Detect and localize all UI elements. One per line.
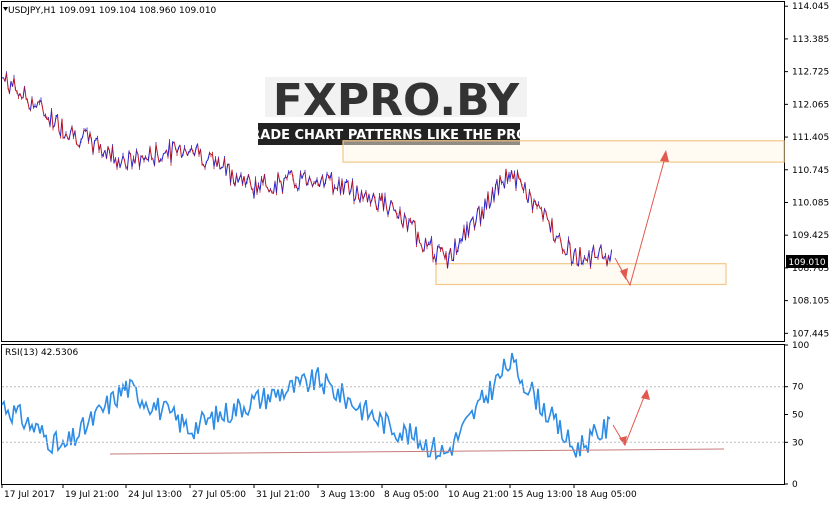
rsi-pane-frame [2,345,785,485]
rsi-pane-title: RSI(13) 42.5306 [5,348,78,358]
price-tick-label: 111.405 [792,133,829,143]
rsi-tick-label: 0 [792,480,798,490]
fxpro-watermark: FXPRO.BY TRADE CHART PATTERNS LIKE THE P… [241,75,536,145]
time-tick-label: 18 Aug 05:00 [576,490,637,500]
price-tick-label: 112.725 [792,68,829,78]
price-tick-label: 109.425 [792,231,829,241]
rsi-tick-label: 100 [792,341,809,351]
time-tick-label: 19 Jul 21:00 [65,490,119,500]
price-tick-label: 108.105 [792,297,829,307]
chart-window: FXPRO.BY TRADE CHART PATTERNS LIKE THE P… [0,0,830,504]
price-tick-label: 110.745 [792,166,829,176]
time-axis: 17 Jul 2017 19 Jul 21:00 24 Jul 13:00 27 Ju… [2,484,637,500]
time-tick-label: 17 Jul 2017 [4,490,55,500]
rsi-tick-label: 30 [792,438,804,448]
time-tick-label: 10 Aug 21:00 [448,490,509,500]
chart-svg: FXPRO.BY TRADE CHART PATTERNS LIKE THE P… [0,0,830,504]
price-tick-label: 113.385 [792,35,829,45]
price-pane-frame [2,2,785,342]
time-tick-label: 15 Aug 13:00 [512,490,573,500]
price-segment [222,167,224,168]
time-tick-label: 3 Aug 13:00 [320,490,375,500]
price-tick-label: 108.765 [792,264,829,274]
price-tick-label: 110.085 [792,198,829,208]
support-zone [436,264,726,285]
price-pane-title: USDJPY,H1 109.091 109.104 108.960 109.01… [8,6,217,16]
time-tick-label: 31 Jul 21:00 [256,490,310,500]
time-tick-label: 8 Aug 05:00 [384,490,439,500]
rsi-tick-label: 50 [792,411,804,421]
price-tick-label: 107.445 [792,329,829,339]
price-tick-label: 112.065 [792,100,829,110]
watermark-brand: FXPRO.BY [273,75,520,126]
time-tick-label: 24 Jul 13:00 [128,490,182,500]
rsi-tick-label: 70 [792,383,804,393]
time-tick-label: 27 Jul 05:00 [192,490,246,500]
resistance-zone [343,141,784,162]
price-tick-label: 114.045 [792,2,829,12]
price-axis: 114.045 113.385 112.725 112.065 111.405 110.7… [784,2,829,339]
